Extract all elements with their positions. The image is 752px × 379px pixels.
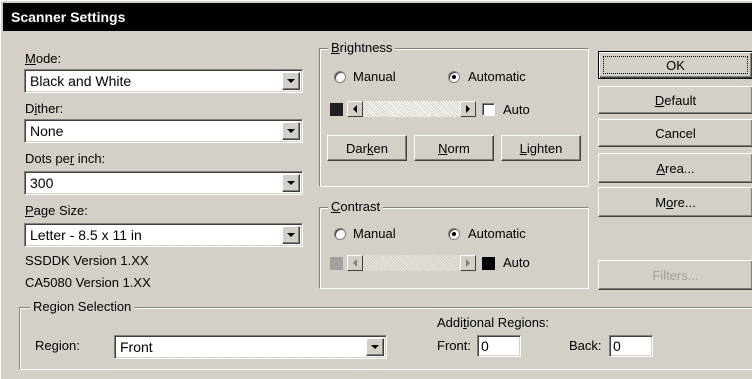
dither-dropdown[interactable]: None <box>24 119 303 143</box>
arrow-left-icon <box>353 259 357 267</box>
region-dropdown-button[interactable] <box>366 338 384 356</box>
contrast-auto-indicator[interactable] <box>482 257 495 270</box>
darken-button[interactable]: Dar k en <box>327 135 407 161</box>
brightness-auto-checkbox[interactable] <box>482 103 495 116</box>
contrast-title: Contrast <box>328 199 384 214</box>
back-count-input[interactable]: 0 <box>609 335 653 357</box>
region-selection-title: Region Selection <box>30 299 135 314</box>
mode-label: Mode: <box>25 51 62 66</box>
brightness-slider-right-button[interactable] <box>460 101 476 117</box>
dither-value: None <box>30 123 64 139</box>
contrast-group: Contrast <box>319 199 589 289</box>
front-label: Front: <box>437 338 471 353</box>
brightness-automatic-label: Automatic <box>468 69 526 84</box>
chevron-down-icon <box>287 129 295 133</box>
mode-value: Black and White <box>30 73 132 89</box>
mode-label-rest: ode: <box>35 51 62 66</box>
chevron-down-icon <box>287 79 295 83</box>
page-size-label: Page Size: <box>25 203 88 218</box>
page-size-dropdown[interactable]: Letter - 8.5 x 11 in <box>24 223 303 247</box>
lighten-button[interactable]: Lighten <box>501 135 581 161</box>
additional-regions-label: Additional Regions: <box>437 315 550 330</box>
contrast-manual-radio[interactable] <box>334 228 346 240</box>
brightness-manual-radio[interactable] <box>334 71 346 83</box>
mode-dropdown-button[interactable] <box>282 72 300 90</box>
cancel-button[interactable]: Cancel <box>598 119 752 147</box>
filters-button[interactable]: Filters... <box>598 260 752 290</box>
dpi-label: Dots per inch: <box>25 151 106 166</box>
back-label: Back: <box>569 338 602 353</box>
contrast-slider[interactable] <box>347 255 476 271</box>
filters-label: Filters... <box>652 267 699 283</box>
brightness-manual-label: Manual <box>353 69 396 84</box>
contrast-automatic-label: Automatic <box>468 226 526 241</box>
ok-button[interactable]: OK <box>598 51 752 79</box>
more-button[interactable]: Mo re... <box>598 187 752 217</box>
dpi-dropdown[interactable]: 300 <box>24 171 303 195</box>
brightness-swatch <box>330 103 343 116</box>
norm-button[interactable]: Norm <box>414 135 494 161</box>
cancel-label: Cancel <box>655 125 696 141</box>
dither-dropdown-button[interactable] <box>282 122 300 140</box>
contrast-automatic-radio[interactable] <box>448 228 460 240</box>
page-size-value: Letter - 8.5 x 11 in <box>30 227 142 243</box>
contrast-slider-right-button[interactable] <box>460 255 476 271</box>
region-dropdown[interactable]: Front <box>114 335 387 359</box>
brightness-automatic-radio[interactable] <box>448 71 460 83</box>
scanner-settings-window: Scanner Settings Mode: Black and White D… <box>0 0 752 379</box>
default-button[interactable]: Default <box>598 86 752 114</box>
focus-rect <box>603 56 748 74</box>
contrast-swatch <box>330 257 343 270</box>
contrast-slider-left-button[interactable] <box>347 255 363 271</box>
front-count-value: 0 <box>481 338 489 354</box>
chevron-down-icon <box>371 345 379 349</box>
dpi-dropdown-button[interactable] <box>282 174 300 192</box>
ssddk-version: SSDDK Version 1.XX <box>25 253 149 268</box>
contrast-auto-label: Auto <box>503 255 530 270</box>
brightness-auto-label: Auto <box>503 102 530 117</box>
arrow-right-icon <box>466 105 470 113</box>
brightness-title: Brightness <box>328 40 396 55</box>
region-value: Front <box>120 339 153 355</box>
chevron-down-icon <box>287 233 295 237</box>
dither-label: Dither: <box>25 101 64 116</box>
front-count-input[interactable]: 0 <box>477 335 521 357</box>
page-size-dropdown-button[interactable] <box>282 226 300 244</box>
back-count-value: 0 <box>613 338 621 354</box>
dpi-value: 300 <box>30 175 54 191</box>
arrow-left-icon <box>353 105 357 113</box>
brightness-slider-left-button[interactable] <box>347 101 363 117</box>
ca5080-version: CA5080 Version 1.XX <box>25 275 151 290</box>
area-button[interactable]: Area... <box>598 153 752 183</box>
brightness-slider[interactable] <box>347 101 476 117</box>
mode-dropdown[interactable]: Black and White <box>24 69 303 93</box>
region-label: Region: <box>35 338 80 353</box>
arrow-right-icon <box>466 259 470 267</box>
title-bar: Scanner Settings <box>3 3 752 31</box>
chevron-down-icon <box>287 181 295 185</box>
window-title: Scanner Settings <box>11 9 126 25</box>
contrast-manual-label: Manual <box>353 226 396 241</box>
